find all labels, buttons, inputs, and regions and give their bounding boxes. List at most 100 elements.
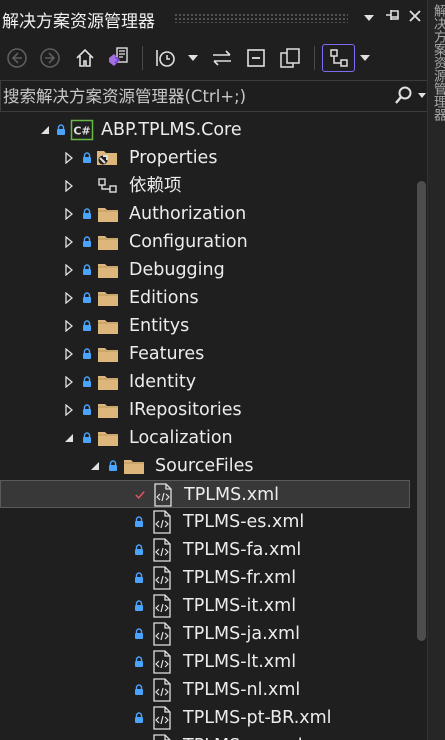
folder-icon [122,452,146,480]
toolbar-separator [142,46,143,70]
tree-item-file[interactable]: TPLMS-ja.xml [0,620,410,648]
expand-arrow-icon[interactable] [62,228,76,256]
search-input[interactable] [3,84,383,108]
tree-item[interactable]: Identity [0,368,410,396]
close-icon[interactable] [404,6,426,30]
tree-item[interactable]: SourceFiles [0,452,410,480]
tree-item-label: ABP.TPLMS.Core [101,120,242,140]
tree-item-label: Identity [129,372,197,392]
forward-icon[interactable] [37,44,63,72]
tree-item[interactable]: Entitys [0,312,410,340]
panel-title: 解决方案资源管理器 [2,12,155,32]
folder-icon [96,396,120,424]
tree-item-label: Authorization [129,204,247,224]
window-menu-dropdown-icon[interactable] [358,6,380,30]
search-box[interactable] [0,80,436,112]
svg-text:C#: C# [73,125,90,138]
preview-selected-items-icon[interactable] [322,44,355,72]
tree-item[interactable]: Features [0,340,410,368]
lock-icon [82,144,92,172]
tree-item-label: Editions [129,288,199,308]
tree-item-file[interactable]: TPLMS-es.xml [0,508,410,536]
expand-arrow-icon[interactable] [62,312,76,340]
expand-arrow-icon[interactable] [62,396,76,424]
tree-item[interactable]: Localization [0,424,410,452]
tree-item[interactable]: 依赖项 [0,172,410,200]
tree-item-label: IRepositories [129,400,242,420]
lock-icon [134,564,144,592]
xml-file-icon [150,676,174,704]
tree-item-label: TPLMS-fa.xml [183,540,302,560]
filter-dropdown-icon[interactable] [186,44,200,72]
tree-item-file[interactable]: TPLMS-lt.xml [0,648,410,676]
expand-arrow-icon[interactable] [62,144,76,172]
tree-item-label: Features [129,344,205,364]
solution-tree: C# ABP.TPLMS.Core Properties 依赖项 Authorizati… [0,116,412,740]
tree-item-label: TPLMS-it.xml [183,596,297,616]
show-all-files-icon[interactable] [276,44,304,72]
folder-icon [96,424,120,452]
back-icon[interactable] [4,44,30,72]
search-icon[interactable] [393,85,427,111]
tree-item-label: Properties [129,148,218,168]
expand-arrow-icon[interactable] [62,256,76,284]
switch-views-icon[interactable] [104,44,134,72]
folder-icon [96,284,120,312]
tree-item[interactable]: Debugging [0,256,410,284]
tree-item[interactable]: IRepositories [0,396,410,424]
xml-file-icon [150,508,174,536]
tree-item-file[interactable]: TPLMS-ru.xml [0,732,410,740]
home-icon[interactable] [71,44,99,72]
tree-item-file[interactable]: TPLMS-fa.xml [0,536,410,564]
tree-item[interactable]: Editions [0,284,410,312]
pending-changes-filter-icon[interactable] [151,44,181,72]
lock-icon [134,676,144,704]
pin-icon[interactable] [382,6,404,30]
xml-file-icon [150,732,174,740]
expand-arrow-icon[interactable] [62,284,76,312]
drag-grip[interactable] [174,13,348,23]
collapse-arrow-icon[interactable] [62,424,76,452]
tree-item-file[interactable]: TPLMS-it.xml [0,592,410,620]
collapse-all-icon[interactable] [242,44,270,72]
tree-item-file[interactable]: TPLMS-fr.xml [0,564,410,592]
tree-item-file[interactable]: TPLMS-pt-BR.xml [0,704,410,732]
tree-item-label: Configuration [129,232,248,252]
checked-out-icon [135,481,145,509]
expand-arrow-icon[interactable] [62,200,76,228]
tree-item-file[interactable]: TPLMS.xml [0,480,410,508]
tree-item[interactable]: Authorization [0,200,410,228]
expand-arrow-icon[interactable] [62,368,76,396]
expand-arrow-icon[interactable] [62,172,76,200]
dependencies-icon [96,172,120,200]
tree-item-label: TPLMS-es.xml [183,512,305,532]
folder-icon [96,200,120,228]
lock-icon [82,200,92,228]
properties-dropdown-icon[interactable] [358,44,372,72]
expand-arrow-icon[interactable] [62,340,76,368]
tree-item-label: TPLMS-fr.xml [183,568,297,588]
scrollbar-thumb[interactable] [417,181,426,641]
lock-icon [134,648,144,676]
xml-file-icon [150,536,174,564]
lock-icon [134,508,144,536]
collapse-arrow-icon[interactable] [38,116,52,144]
toolbar-separator [314,46,315,70]
tree-item-file[interactable]: TPLMS-nl.xml [0,676,410,704]
tree-item-label: Localization [129,428,233,448]
lock-icon [82,368,92,396]
collapse-arrow-icon[interactable] [88,452,102,480]
side-tab-label[interactable]: 解决方案资源管理器 [429,4,445,121]
xml-file-icon [150,620,174,648]
sync-with-active-document-icon[interactable] [208,44,236,72]
tree-item-label: TPLMS-nl.xml [183,680,301,700]
tree-item[interactable]: Configuration [0,228,410,256]
tree-item[interactable]: Properties [0,144,410,172]
folder-icon [96,228,120,256]
properties-folder-icon [96,144,120,172]
xml-file-icon [151,481,175,509]
tree-item-label: TPLMS-pt-BR.xml [183,708,332,728]
tree-item[interactable]: C# ABP.TPLMS.Core [0,116,410,144]
folder-icon [96,368,120,396]
tree-item-label: SourceFiles [155,456,254,476]
